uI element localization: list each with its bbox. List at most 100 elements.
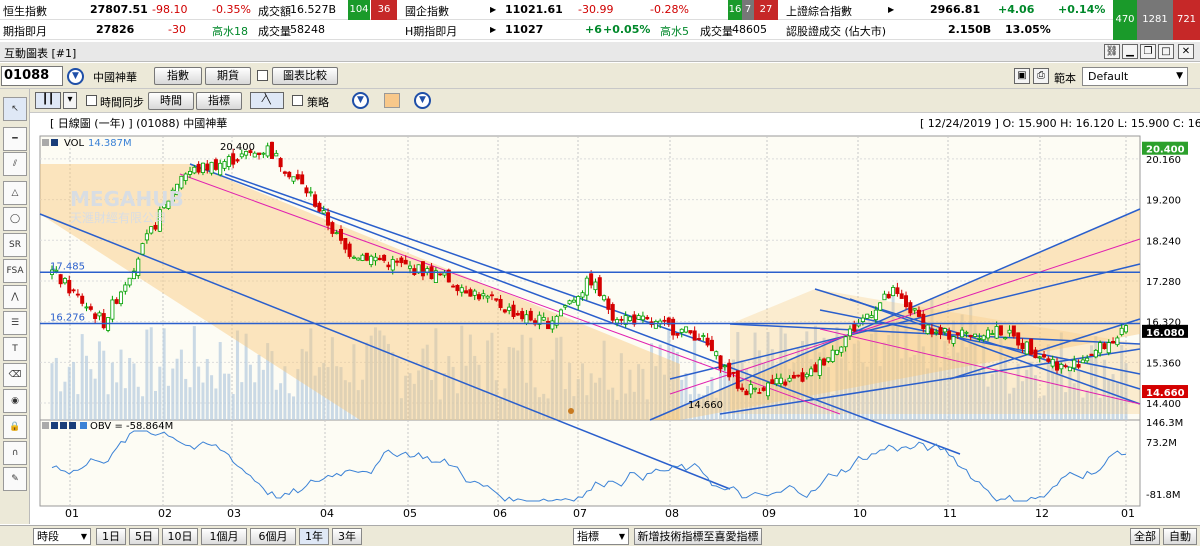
triangle-icon[interactable]: △ [3, 181, 27, 205]
print-icon[interactable]: ⎙ [1033, 68, 1049, 84]
month-tick-label: 01 [1121, 507, 1135, 520]
move-down-icon[interactable] [69, 422, 76, 429]
range-3y[interactable]: 3年 [332, 528, 362, 545]
strategy-label: 策略 [307, 96, 329, 109]
candle-body [295, 174, 300, 180]
lock-icon[interactable]: 🔒 [3, 415, 27, 439]
event-marker-icon[interactable] [568, 408, 574, 414]
chevron-down-icon[interactable]: ▼ [414, 92, 431, 109]
sse-change: +4.06 [998, 3, 1035, 16]
volume-bar [128, 357, 132, 420]
eraser-icon[interactable]: ⌫ [3, 363, 27, 387]
candle-body [127, 277, 132, 286]
candle-body [804, 373, 809, 378]
candle-body [576, 296, 581, 306]
index-button[interactable]: 指數 [154, 67, 202, 85]
volume-bar [179, 349, 183, 420]
candle-body [1080, 359, 1085, 364]
candle-body [472, 290, 477, 296]
color-swatch[interactable] [384, 93, 400, 108]
candle-body [300, 174, 305, 185]
volume-bar [235, 330, 239, 420]
price-tick-label: 19.200 [1146, 196, 1181, 207]
candle-body [287, 171, 292, 178]
candle-body [748, 384, 753, 395]
fibonacci-icon[interactable]: ⋀ [3, 285, 27, 309]
collapse-icon[interactable] [42, 139, 49, 146]
candle-body [731, 371, 736, 374]
hsi-down-count: 36 [371, 0, 397, 20]
compare-checkbox[interactable] [257, 70, 268, 81]
candle-body [395, 260, 400, 263]
candle-body [239, 153, 244, 158]
candle-body [852, 323, 857, 332]
range-5d[interactable]: 5日 [129, 528, 159, 545]
range-6m[interactable]: 6個月 [250, 528, 296, 545]
futures-value: 27826 [96, 23, 135, 36]
template-select[interactable]: Default ▼ [1082, 67, 1188, 86]
magnet-icon[interactable]: ∩ [3, 441, 27, 465]
indicator-button[interactable]: 指標 [196, 92, 242, 110]
time-button[interactable]: 時間 [148, 92, 194, 110]
chevron-down-icon[interactable]: ▼ [352, 92, 369, 109]
link-icon[interactable]: ⛓ [1104, 44, 1120, 59]
pointer-icon[interactable]: ↖ [3, 97, 27, 121]
close-panel-icon[interactable] [51, 139, 58, 146]
compare-button[interactable]: 圖表比較 [272, 67, 338, 85]
range-1m[interactable]: 1個月 [201, 528, 247, 545]
channel-icon[interactable]: ⫽ [3, 152, 27, 176]
eye-icon[interactable]: ◉ [3, 389, 27, 413]
futures-button[interactable]: 期貨 [205, 67, 251, 85]
auto-button[interactable]: 自動 [1163, 528, 1197, 545]
time-sync-checkbox[interactable] [86, 95, 97, 106]
candle-body [709, 339, 714, 352]
minimize-button[interactable]: ▁ [1122, 44, 1138, 59]
candle-body [942, 328, 947, 333]
all-button[interactable]: 全部 [1130, 528, 1160, 545]
chevron-down-icon[interactable]: ▾ [63, 92, 77, 109]
price-tick-label: 15.360 [1146, 358, 1181, 369]
arrow-icon: ▶ [490, 5, 497, 14]
close-panel-icon[interactable] [51, 422, 58, 429]
period-select[interactable]: 時段 ▼ [33, 528, 91, 545]
candle-body [1089, 353, 1094, 356]
candle-body [62, 278, 67, 284]
move-up-icon[interactable] [60, 422, 67, 429]
maximize-button[interactable]: □ [1158, 44, 1174, 59]
candle-body [718, 355, 723, 370]
range-10d[interactable]: 10日 [162, 528, 198, 545]
fan-icon[interactable]: FSA [3, 259, 27, 283]
save-icon[interactable]: ▣ [1014, 68, 1030, 84]
stock-chart[interactable]: 17.485 16.276 [ 日線圖 (一年) ] (01088) 中國神華 [… [30, 114, 1200, 525]
period-icon[interactable]: ☰ [3, 311, 27, 335]
low-annotation: 14.660 [688, 400, 723, 411]
add-indicator-button[interactable]: 新增技術指標至喜愛指標 [634, 528, 762, 545]
line-icon[interactable]: ━ [3, 127, 27, 151]
strategy-checkbox[interactable] [292, 95, 303, 106]
chevron-down-icon[interactable]: ▼ [67, 68, 84, 85]
candle-body [921, 313, 926, 330]
candle-body [386, 264, 391, 268]
indicator-select[interactable]: 指標 ▼ [573, 528, 629, 545]
pencil-icon[interactable]: ✎ [3, 467, 27, 491]
volume-bar [201, 382, 205, 420]
candle-body [610, 304, 615, 321]
volume-bar [218, 342, 222, 420]
line-chart-icon[interactable]: ⁄╲ [250, 92, 284, 109]
close-button[interactable]: ✕ [1178, 44, 1194, 59]
collapse-icon[interactable] [42, 422, 49, 429]
text-icon[interactable]: T [3, 337, 27, 361]
ellipse-icon[interactable]: ◯ [3, 207, 27, 231]
volume-bar [97, 341, 101, 420]
stock-name: 中國神華 [93, 71, 137, 84]
range-1d[interactable]: 1日 [96, 528, 126, 545]
candle-body [761, 387, 766, 391]
sse-value: 2966.81 [930, 3, 981, 16]
volume-bar [110, 362, 114, 420]
speed-resistance-icon[interactable]: SR [3, 233, 27, 257]
stock-code-input[interactable]: 01088 [1, 66, 63, 86]
candle-body [766, 382, 771, 397]
restore-button[interactable]: ❐ [1140, 44, 1156, 59]
candlestick-icon[interactable]: ┃┃ [35, 92, 61, 109]
range-1y[interactable]: 1年 [299, 528, 329, 545]
